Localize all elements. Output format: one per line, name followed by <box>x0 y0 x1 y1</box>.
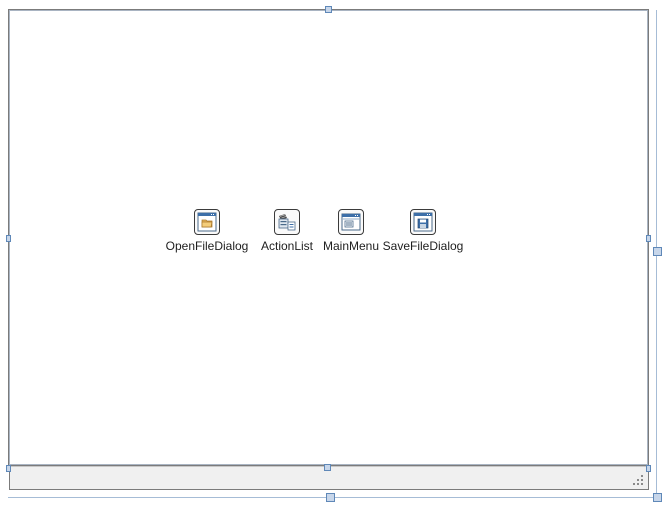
component-action-list[interactable]: ActionList <box>257 209 317 253</box>
component-main-menu[interactable]: MainMenu <box>321 209 381 253</box>
component-label: ActionList <box>260 239 314 253</box>
save-file-dialog-icon <box>410 209 436 235</box>
action-list-icon <box>274 209 300 235</box>
resize-handle-top-center[interactable] <box>325 6 332 13</box>
component-save-file-dialog[interactable]: SaveFileDialog <box>382 209 464 253</box>
designer-canvas: OpenFileDialog ActionList MainMenu SaveF… <box>0 0 667 510</box>
component-label: MainMenu <box>322 239 380 253</box>
resize-handle-bottom-right[interactable] <box>646 465 651 472</box>
window-resize-handle-right[interactable] <box>653 247 662 256</box>
resize-handle-middle-left[interactable] <box>6 235 11 242</box>
window-resize-handle-bottom[interactable] <box>326 493 335 502</box>
component-open-file-dialog[interactable]: OpenFileDialog <box>164 209 250 253</box>
component-label: SaveFileDialog <box>382 239 464 253</box>
main-menu-icon <box>338 209 364 235</box>
open-file-dialog-icon <box>194 209 220 235</box>
window-resize-handle-bottom-right[interactable] <box>653 493 662 502</box>
resize-handle-middle-right[interactable] <box>646 235 651 242</box>
resize-handle-bottom-left[interactable] <box>6 465 11 472</box>
resize-handle-bottom-center[interactable] <box>324 464 331 471</box>
component-label: OpenFileDialog <box>165 239 249 253</box>
size-grip-icon[interactable] <box>633 475 643 485</box>
